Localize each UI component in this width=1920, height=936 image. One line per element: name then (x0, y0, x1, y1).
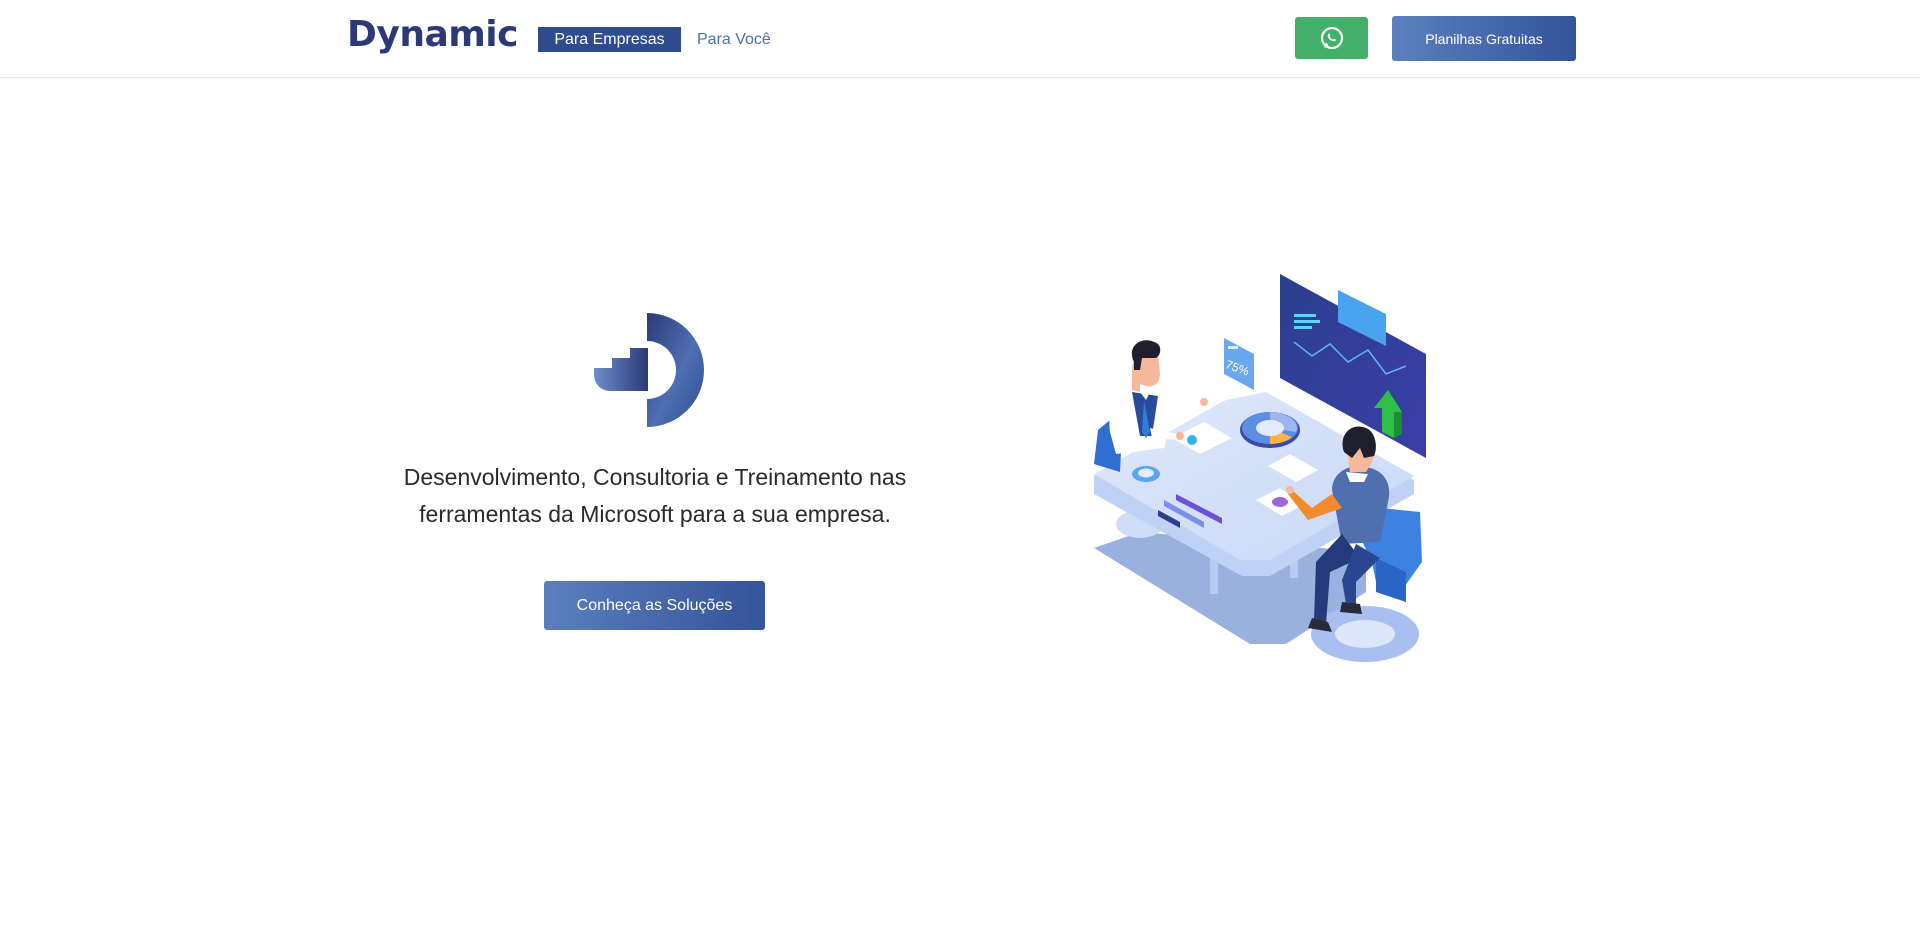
nav-tab-para-voce[interactable]: Para Você (697, 27, 771, 52)
hero-tagline: Desenvolvimento, Consultoria e Treinamen… (340, 459, 970, 533)
business-meeting-illustration: 75% (1094, 274, 1426, 662)
whatsapp-button[interactable] (1295, 17, 1368, 59)
tagline-line-2: ferramentas da Microsoft para a sua empr… (419, 501, 891, 527)
dynamic-brand-mark (594, 313, 704, 427)
tagline-line-1: Desenvolvimento, Consultoria e Treinamen… (403, 464, 907, 490)
free-spreadsheets-button[interactable]: Planilhas Gratuitas (1392, 16, 1576, 61)
whatsapp-icon (1320, 26, 1343, 50)
discover-solutions-button[interactable]: Conheça as Soluções (544, 581, 765, 630)
top-header: Dynamic Para Empresas Para Você Planilha… (0, 0, 1920, 78)
nav-tab-para-empresas[interactable]: Para Empresas (538, 27, 681, 52)
site-logo[interactable]: Dynamic (347, 14, 518, 55)
